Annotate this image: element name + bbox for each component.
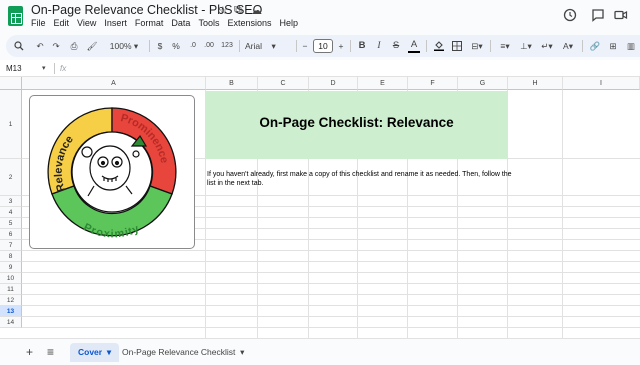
currency-format-button[interactable]: $ <box>154 35 166 57</box>
column-header[interactable]: E <box>358 77 408 90</box>
insert-chart-icon[interactable]: ▥ <box>624 35 638 57</box>
italic-button[interactable]: I <box>374 35 384 57</box>
comments-icon[interactable] <box>591 8 605 22</box>
column-header[interactable]: I <box>563 77 640 90</box>
merge-cells-icon[interactable]: ⊟▾ <box>468 35 486 57</box>
column-header[interactable]: F <box>408 77 458 90</box>
text-rotation-icon[interactable]: A▾ <box>559 35 577 57</box>
undo-icon[interactable]: ↶ <box>34 35 46 57</box>
app-header: On-Page Relevance Checklist - PbS SEO ☆ … <box>0 0 640 33</box>
tab-on-page-relevance-checklist[interactable]: On-Page Relevance Checklist ▾ <box>114 343 252 362</box>
row-header[interactable]: 2 <box>0 159 22 196</box>
banner-title: On-Page Checklist: Relevance <box>259 115 454 130</box>
strikethrough-button[interactable]: S <box>391 35 401 57</box>
formula-bar: M13 ▾ fx <box>0 60 640 77</box>
version-history-icon[interactable] <box>563 8 577 22</box>
row-header[interactable]: 9 <box>0 262 22 273</box>
meet-icon[interactable] <box>614 8 628 22</box>
add-sheet-icon[interactable]: + <box>26 346 33 358</box>
formula-input[interactable] <box>76 62 636 75</box>
column-header[interactable]: B <box>206 77 258 90</box>
row-header[interactable]: 3 <box>0 196 22 207</box>
insert-comment-icon[interactable]: ⊞ <box>606 35 620 57</box>
vertical-align-icon[interactable]: ⊥▾ <box>517 35 535 57</box>
spreadsheet-grid[interactable]: ABCDEFGHI 1 2 3 4 5 6 7 8 9 10 11 12 13 14 On-Page Ch… <box>0 77 640 338</box>
column-header[interactable]: D <box>309 77 358 90</box>
sheet-tab-bar: + ≡ Cover ▾ On-Page Relevance Checklist … <box>0 338 640 365</box>
gridline <box>22 327 640 328</box>
star-icon[interactable]: ☆ <box>218 4 228 17</box>
row-header[interactable]: 6 <box>0 229 22 240</box>
sheets-logo-icon[interactable] <box>8 6 23 26</box>
column-header[interactable]: H <box>508 77 563 90</box>
row-header[interactable]: 4 <box>0 207 22 218</box>
decrease-decimal-button[interactable]: .0 <box>187 35 199 57</box>
decrease-font-size-button[interactable]: − <box>300 35 310 57</box>
percent-format-button[interactable]: % <box>170 35 182 57</box>
gridline <box>22 316 640 317</box>
gridline <box>507 90 508 338</box>
redo-icon[interactable]: ↷ <box>50 35 62 57</box>
gridline <box>22 250 640 251</box>
text-color-button[interactable]: A <box>408 35 420 53</box>
font-select[interactable]: Arial ▾ <box>245 35 295 57</box>
row-header[interactable]: 5 <box>0 218 22 229</box>
chevron-down-icon[interactable]: ▾ <box>42 62 46 75</box>
search-menus-icon[interactable] <box>12 35 26 57</box>
menu-data[interactable]: Data <box>171 18 190 28</box>
print-icon[interactable]: ⎙ <box>67 35 81 57</box>
menu-file[interactable]: File <box>31 18 46 28</box>
number-format-button[interactable]: 123 <box>219 35 235 57</box>
menu-extensions[interactable]: Extensions <box>227 18 271 28</box>
gridline <box>22 305 640 306</box>
all-sheets-icon[interactable]: ≡ <box>47 346 54 358</box>
gridline <box>22 294 640 295</box>
increase-decimal-button[interactable]: .00 <box>202 35 216 57</box>
row-header[interactable]: 10 <box>0 273 22 284</box>
fill-color-icon[interactable] <box>433 35 445 57</box>
bold-button[interactable]: B <box>357 35 367 57</box>
column-header[interactable]: C <box>258 77 309 90</box>
gridline <box>562 90 563 338</box>
pbs-relevance-logo: Relevance Prominence Proximity <box>47 107 177 241</box>
column-header[interactable]: G <box>458 77 508 90</box>
text-wrapping-icon[interactable]: ↵▾ <box>538 35 556 57</box>
logo-image[interactable]: Relevance Prominence Proximity <box>29 95 195 249</box>
horizontal-align-icon[interactable]: ≡▾ <box>496 35 514 57</box>
cloud-saved-icon[interactable]: ☁ <box>251 4 262 17</box>
menu-tools[interactable]: Tools <box>198 18 219 28</box>
gridline <box>22 283 640 284</box>
paint-format-icon[interactable]: 🖌 <box>85 35 99 57</box>
row-header[interactable]: 12 <box>0 295 22 306</box>
menu-format[interactable]: Format <box>135 18 164 28</box>
row-header[interactable]: 8 <box>0 251 22 262</box>
zoom-select[interactable]: 100% ▾ <box>103 35 145 57</box>
move-folder-icon[interactable]: ⧉ <box>234 4 242 17</box>
menu-view[interactable]: View <box>77 18 96 28</box>
gridline <box>22 272 640 273</box>
row-header[interactable]: 11 <box>0 284 22 295</box>
select-all-corner[interactable] <box>0 77 22 90</box>
increase-font-size-button[interactable]: + <box>336 35 346 57</box>
tab-cover[interactable]: Cover ▾ <box>70 343 120 362</box>
row-header[interactable]: 14 <box>0 317 22 328</box>
row-header[interactable]: 13 <box>0 306 22 317</box>
fx-icon: fx <box>60 64 67 73</box>
borders-icon[interactable] <box>451 35 463 57</box>
column-header[interactable]: A <box>22 77 206 90</box>
insert-link-icon[interactable]: 🔗 <box>588 35 602 57</box>
gridline <box>22 261 640 262</box>
menu-help[interactable]: Help <box>279 18 298 28</box>
row-header[interactable]: 7 <box>0 240 22 251</box>
row-header[interactable]: 1 <box>0 90 22 159</box>
menu-insert[interactable]: Insert <box>104 18 127 28</box>
font-size-input[interactable]: 10 <box>313 39 333 53</box>
menu-edit[interactable]: Edit <box>54 18 70 28</box>
instructions-text: If you haven't already, first make a cop… <box>207 171 512 187</box>
toolbar: ↶ ↷ ⎙ 🖌 100% ▾ $ % .0 .00 123 Arial ▾ − … <box>6 35 640 57</box>
menu-bar: File Edit View Insert Format Data Tools … <box>31 18 298 28</box>
